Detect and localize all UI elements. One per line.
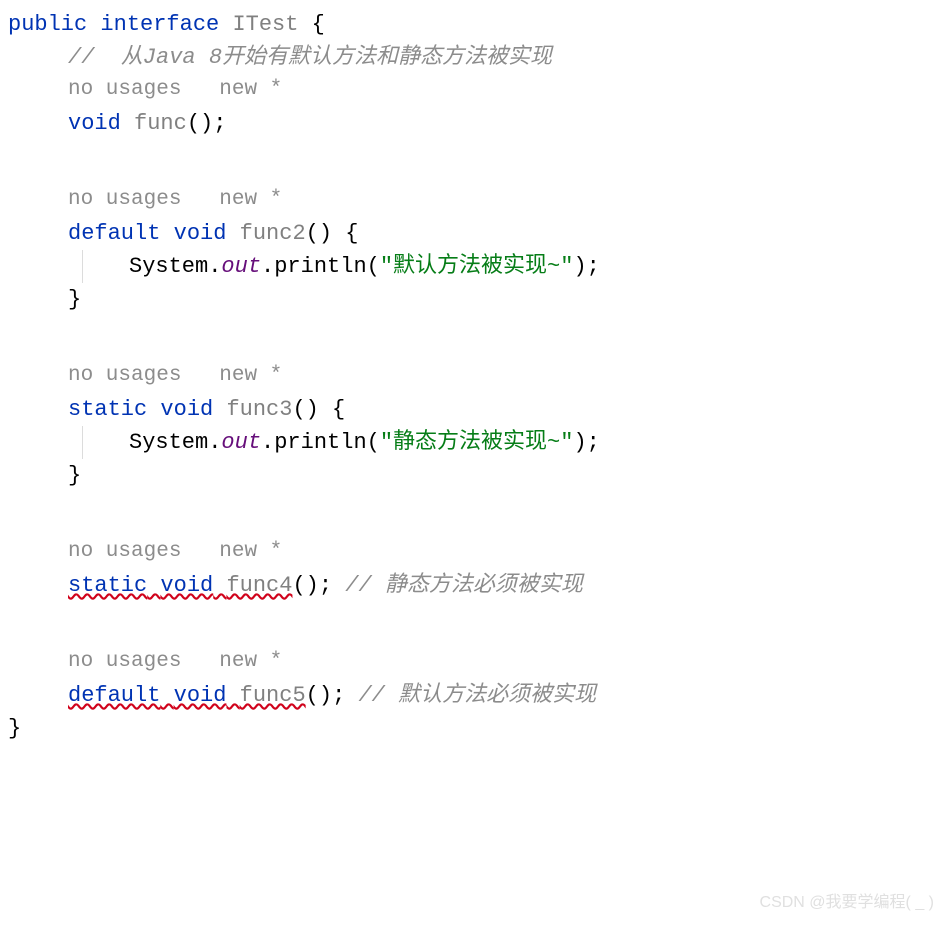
paren-close: ) — [573, 254, 586, 279]
class-ref: System — [129, 254, 208, 279]
code-line[interactable]: default void func2() { — [8, 217, 940, 250]
method-name: func — [134, 111, 187, 136]
blank-line — [8, 316, 940, 360]
semicolon: ; — [332, 683, 345, 708]
code-line[interactable]: static void func4(); // 静态方法必须被实现 — [8, 569, 940, 602]
paren-close: ) — [573, 430, 586, 455]
keyword-interface: interface — [100, 12, 219, 37]
code-line[interactable]: static void func3() { — [8, 393, 940, 426]
parentheses: () — [292, 573, 318, 598]
code-line[interactable]: } — [8, 712, 940, 745]
class-ref: System — [129, 430, 208, 455]
parentheses: () — [306, 683, 332, 708]
blank-line — [8, 492, 940, 536]
inlay-hint[interactable]: no usages new * — [8, 536, 940, 569]
inlay-hint[interactable]: no usages new * — [8, 184, 940, 217]
brace-close: } — [8, 716, 21, 741]
blank-line — [8, 140, 940, 184]
paren-open: ( — [367, 254, 380, 279]
author-hint: new * — [219, 188, 282, 211]
usage-hint: no usages — [68, 650, 181, 673]
keyword-public: public — [8, 12, 87, 37]
code-line[interactable]: } — [8, 459, 940, 492]
dot: . — [208, 254, 221, 279]
method-name: func3 — [226, 397, 292, 422]
author-hint: new * — [219, 540, 282, 563]
watermark: CSDN @我要学编程( _ ) — [760, 891, 934, 915]
code-line[interactable]: System.out.println("默认方法被实现~"); — [82, 250, 940, 283]
parentheses: () — [187, 111, 213, 136]
semicolon: ; — [319, 573, 332, 598]
static-field: out — [221, 254, 261, 279]
code-line[interactable]: System.out.println("静态方法被实现~"); — [82, 426, 940, 459]
dot: . — [261, 254, 274, 279]
comment: // 静态方法必须被实现 — [332, 573, 583, 598]
keyword-default-error: default — [68, 683, 160, 708]
inlay-hint[interactable]: no usages new * — [8, 360, 940, 393]
blank-line — [8, 602, 940, 646]
keyword-default: default — [68, 221, 160, 246]
keyword-void: void — [160, 397, 213, 422]
keyword-void-error: void — [174, 683, 227, 708]
string-literal: "静态方法被实现~" — [380, 430, 574, 455]
brace-close: } — [68, 287, 81, 312]
brace-open: { — [298, 12, 324, 37]
method-call: println — [274, 254, 366, 279]
keyword-void: void — [68, 111, 121, 136]
string-literal: "默认方法被实现~" — [380, 254, 574, 279]
author-hint: new * — [219, 78, 282, 101]
static-field: out — [221, 430, 261, 455]
dot: . — [261, 430, 274, 455]
method-name-error: func5 — [240, 683, 306, 708]
brace-open: { — [332, 221, 358, 246]
inlay-hint[interactable]: no usages new * — [8, 646, 940, 679]
method-call: println — [274, 430, 366, 455]
author-hint: new * — [219, 650, 282, 673]
semicolon: ; — [213, 111, 226, 136]
code-line[interactable]: public interface ITest { — [8, 8, 940, 41]
code-line[interactable]: void func(); — [8, 107, 940, 140]
code-line[interactable]: } — [8, 283, 940, 316]
keyword-void: void — [174, 221, 227, 246]
brace-close: } — [68, 463, 81, 488]
keyword-static: static — [68, 397, 147, 422]
dot: . — [208, 430, 221, 455]
method-name-error: func4 — [226, 573, 292, 598]
semicolon: ; — [587, 254, 600, 279]
parentheses: () — [306, 221, 332, 246]
code-line[interactable]: // 从Java 8开始有默认方法和静态方法被实现 — [8, 41, 940, 74]
keyword-void-error: void — [160, 573, 213, 598]
semicolon: ; — [587, 430, 600, 455]
comment: // 从Java 8开始有默认方法和静态方法被实现 — [68, 45, 552, 70]
usage-hint: no usages — [68, 540, 181, 563]
comment: // 默认方法必须被实现 — [345, 683, 596, 708]
inlay-hint[interactable]: no usages new * — [8, 74, 940, 107]
author-hint: new * — [219, 364, 282, 387]
class-name: ITest — [232, 12, 298, 37]
keyword-static-error: static — [68, 573, 147, 598]
usage-hint: no usages — [68, 78, 181, 101]
method-name: func2 — [240, 221, 306, 246]
parentheses: () — [292, 397, 318, 422]
usage-hint: no usages — [68, 188, 181, 211]
code-line[interactable]: default void func5(); // 默认方法必须被实现 — [8, 679, 940, 712]
paren-open: ( — [367, 430, 380, 455]
brace-open: { — [319, 397, 345, 422]
usage-hint: no usages — [68, 364, 181, 387]
